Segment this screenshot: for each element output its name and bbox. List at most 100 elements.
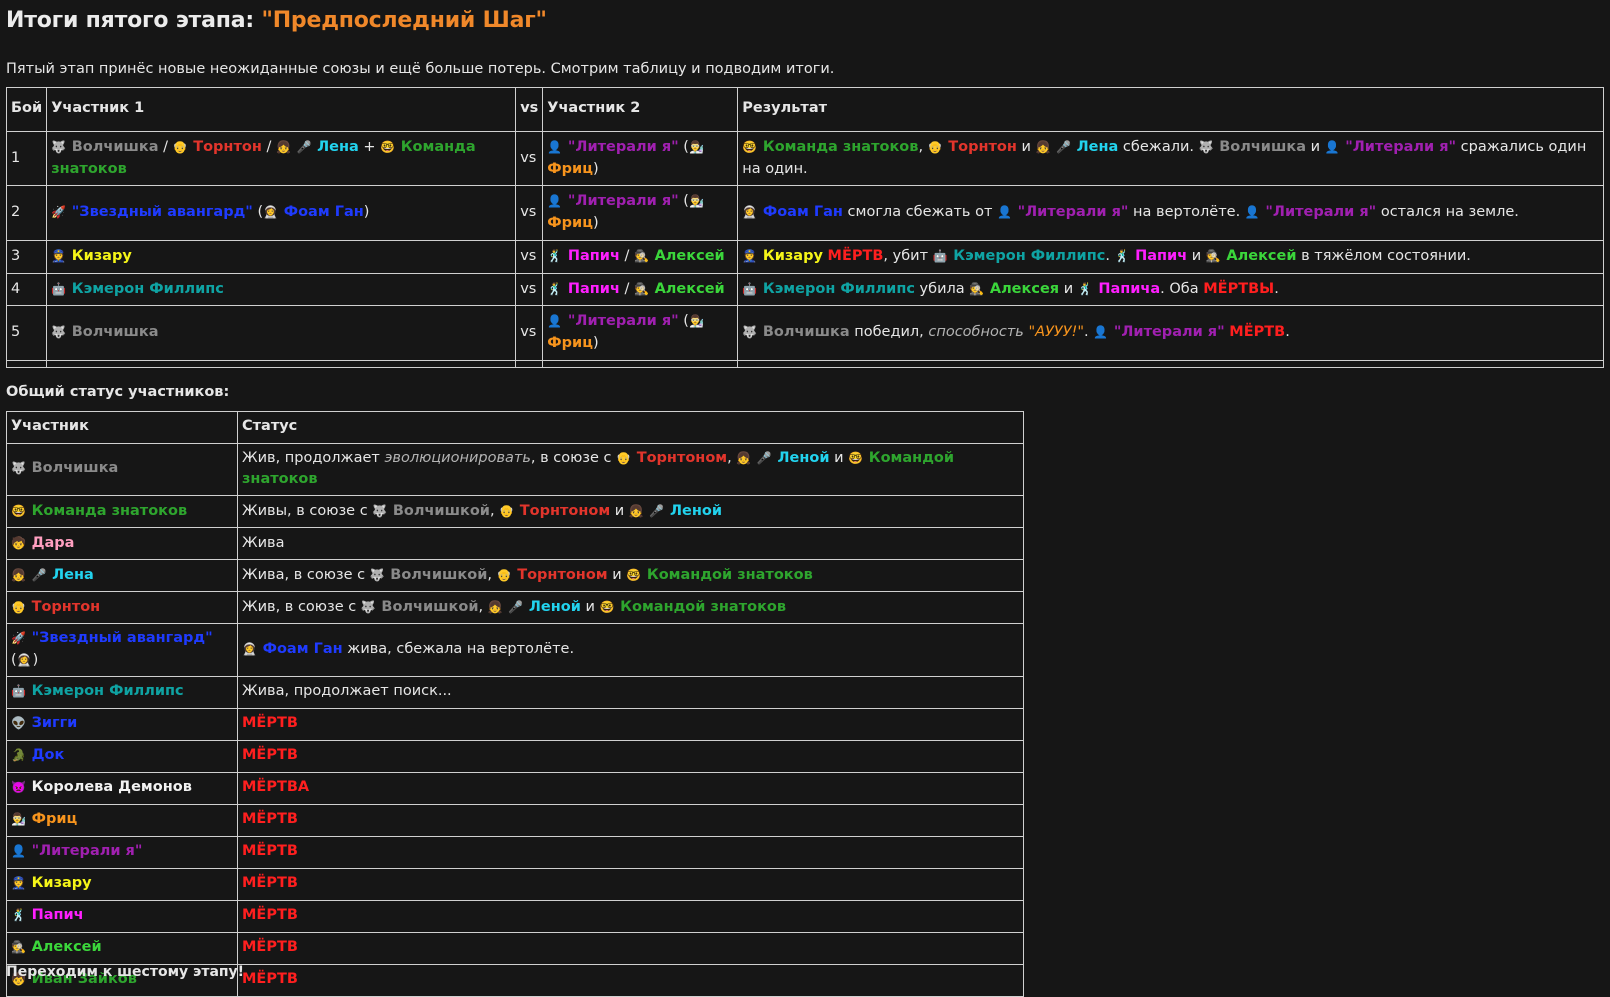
intro-text: Пятый этап принёс новые неожиданные союз… — [6, 61, 835, 77]
robot-icon: 🤖 — [742, 281, 758, 296]
col-header-participant1: Участник 1 — [46, 86, 517, 132]
old-man-icon: 👴 — [499, 503, 515, 518]
officer-icon: 👮 — [51, 248, 67, 263]
table-row: 👿 Королева Демонов МЁРТВА — [6, 771, 1024, 805]
child-icon: 🧒 — [11, 535, 26, 550]
wolf-icon: 🐺 — [372, 503, 388, 518]
table-row: 🧒 Дара Жива — [6, 527, 1024, 560]
table-row: 1 🐺 Волчишка / 👴 Торнтон / 👧 🎤 Лена + 🤓 … — [5, 130, 1604, 187]
rocket-icon: 🚀 — [51, 205, 67, 220]
spy-icon: 👤 — [547, 314, 563, 329]
table-row: 🕺 Папич МЁРТВ — [6, 899, 1024, 933]
table-row: 🚀 "Звездный авангард" (👩‍🚀) 👩‍🚀 Фоам Ган… — [6, 623, 1024, 677]
girl-icon: 👧 — [487, 599, 503, 614]
nerd-icon: 🤓 — [380, 139, 396, 154]
robot-icon: 🤖 — [51, 281, 67, 296]
scientist-icon: 👨‍🔬 — [11, 812, 26, 827]
robot-icon: 🤖 — [932, 248, 948, 263]
table-row: 👤 "Литерали я" МЁРТВ — [6, 835, 1024, 869]
scientist-icon: 👨‍🔬 — [688, 314, 704, 329]
wolf-icon: 🐺 — [51, 139, 67, 154]
table-row: 4 🤖 Кэмерон Филлипс vs 🕺 Папич / 🕵 Алекс… — [5, 272, 1604, 307]
officer-icon: 👮 — [11, 876, 26, 891]
table-row: 🐺 Волчишка Жив, продолжает эволюциониров… — [6, 442, 1024, 496]
astronaut-icon: 👩‍🚀 — [742, 205, 758, 220]
col-header-fight: Бой — [5, 86, 48, 132]
officer-icon: 👮 — [742, 248, 758, 263]
spy-icon: 👤 — [1093, 325, 1109, 340]
old-man-icon: 👴 — [927, 139, 943, 154]
girl-icon: 👧 — [628, 503, 644, 518]
table-row: 2 🚀 "Звездный авангард" (👩‍🚀 Фоам Ган) v… — [5, 185, 1604, 241]
nerd-icon: 🤓 — [848, 450, 864, 465]
col-header-result: Результат — [737, 86, 1604, 132]
dancer-icon: 🕺 — [547, 248, 563, 263]
girl-icon: 👧 — [1035, 139, 1051, 154]
spy-icon: 👤 — [547, 194, 563, 209]
detective-icon: 🕵 — [634, 281, 649, 296]
detective-icon: 🕵 — [1205, 248, 1221, 263]
dancer-icon: 🕺 — [1114, 248, 1130, 263]
mic-icon: 🎤 — [296, 139, 312, 154]
wolf-icon: 🐺 — [11, 461, 26, 476]
table-row: 👧 🎤 Лена Жива, в союзе с 🐺 Волчишкой, 👴 … — [6, 559, 1024, 592]
spy-icon: 👤 — [11, 844, 26, 859]
table-row: 3 👮 Кизару vs 🕺 Папич / 🕵 Алексей 👮 Киза… — [5, 239, 1604, 274]
mic-icon: 🎤 — [1056, 139, 1072, 154]
spy-icon: 👤 — [1324, 139, 1340, 154]
detective-icon: 🕵 — [11, 940, 26, 955]
detective-icon: 🕵 — [969, 281, 985, 296]
nerd-icon: 🤓 — [599, 599, 615, 614]
mic-icon: 🎤 — [508, 599, 524, 614]
spy-icon: 👤 — [547, 139, 563, 154]
astronaut-icon: 👩‍🚀 — [16, 652, 32, 667]
girl-icon: 👧 — [736, 450, 752, 465]
col-header-participant2: Участник 2 — [542, 86, 739, 132]
detective-icon: 🕵 — [634, 248, 649, 263]
table-row: 🤓 Команда знатоков Живы, в союзе с 🐺 Вол… — [6, 495, 1024, 528]
col-header-participant: Участник — [6, 410, 238, 444]
wolf-icon: 🐺 — [742, 325, 758, 340]
col-header-status: Статус — [237, 410, 1024, 444]
table-row: 👨‍🔬 Фриц МЁРТВ — [6, 803, 1024, 837]
devil-icon: 👿 — [11, 780, 26, 795]
wolf-icon: 🐺 — [360, 599, 376, 614]
status-section-label: Общий статус участников: — [6, 383, 230, 400]
page-title: Итоги пятого этапа: "Предпоследний Шаг" — [6, 8, 547, 33]
rocket-icon: 🚀 — [11, 631, 26, 645]
wolf-icon: 🐺 — [369, 567, 385, 582]
footer-text: Переходим к шестому этапу! — [6, 964, 245, 980]
table-row-empty — [5, 359, 1604, 368]
old-man-icon: 👴 — [172, 139, 188, 154]
mic-icon: 🎤 — [31, 567, 47, 582]
mic-icon: 🎤 — [756, 450, 772, 465]
table-row: 5 🐺 Волчишка vs 👤 "Литерали я" (👨‍🔬 Фриц)… — [5, 305, 1604, 361]
wolf-icon: 🐺 — [51, 325, 67, 340]
alien-icon: 👽 — [11, 716, 26, 731]
battle-table: Бой Участник 1 vs Участник 2 Результат 1… — [5, 86, 1604, 368]
table-row: 👴 Торнтон Жив, в союзе с 🐺 Волчишкой, 👧 … — [6, 591, 1024, 624]
table-row: 🐊 Док МЁРТВ — [6, 739, 1024, 773]
nerd-icon: 🤓 — [626, 567, 642, 582]
table-row: 🤖 Кэмерон Филлипс Жива, продолжает поиск… — [6, 675, 1024, 709]
dancer-icon: 🕺 — [1077, 281, 1093, 296]
dancer-icon: 🕺 — [547, 281, 563, 296]
crocodile-icon: 🐊 — [11, 748, 26, 763]
col-header-vs: vs — [515, 86, 544, 132]
robot-icon: 🤖 — [11, 684, 26, 699]
girl-icon: 👧 — [275, 139, 291, 154]
astronaut-icon: 👩‍🚀 — [242, 641, 257, 656]
old-man-icon: 👴 — [11, 599, 26, 614]
spy-icon: 👤 — [1244, 205, 1260, 220]
status-table: Участник Статус 🐺 Волчишка Жив, продолжа… — [6, 410, 1024, 997]
astronaut-icon: 👩‍🚀 — [263, 205, 279, 220]
nerd-icon: 🤓 — [742, 139, 758, 154]
nerd-icon: 🤓 — [11, 503, 26, 518]
scientist-icon: 👨‍🔬 — [688, 139, 704, 154]
table-row: 👮 Кизару МЁРТВ — [6, 867, 1024, 901]
mic-icon: 🎤 — [649, 503, 665, 518]
table-row: 🕵 Алексей МЁРТВ — [6, 931, 1024, 965]
wolf-icon: 🐺 — [1198, 139, 1214, 154]
table-row: 👽 Зигги МЁРТВ — [6, 707, 1024, 741]
scientist-icon: 👨‍🔬 — [688, 194, 704, 209]
